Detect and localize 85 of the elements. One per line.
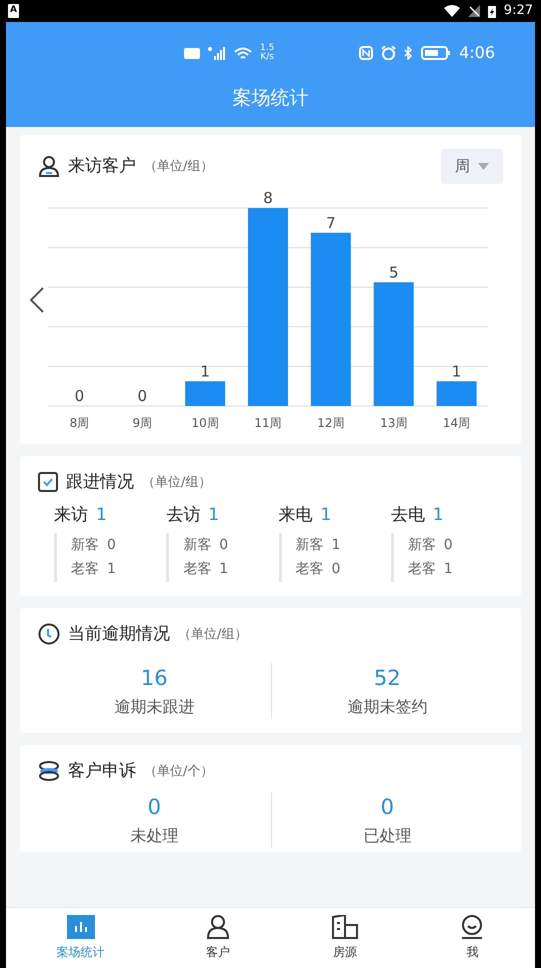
bar — [185, 380, 226, 406]
new-customer-count: 1 — [332, 536, 340, 554]
follow-count: 1 — [96, 504, 107, 527]
clock: 9:27 — [504, 2, 533, 20]
follow-type-label: 去访 — [166, 504, 200, 527]
bar-chart-icon — [66, 915, 95, 939]
person-icon — [206, 915, 230, 939]
stat-label: 逾期未跟进 — [114, 696, 194, 718]
old-customer-label: 老客 — [408, 560, 436, 579]
old-customer-label: 老客 — [296, 560, 324, 579]
tab-item[interactable]: 房源 — [280, 915, 410, 961]
nfc-icon — [359, 46, 374, 60]
section-title: 当前逾期情况 — [68, 622, 170, 646]
speed-unit: K/s — [260, 53, 274, 62]
follow-type-label: 去电 — [390, 504, 425, 527]
unit-label: （单位/组） — [178, 626, 248, 644]
alarm-icon — [381, 46, 396, 60]
axis-label: 10周 — [192, 416, 219, 430]
unit-label: （单位/组） — [144, 158, 214, 176]
profile-icon — [460, 915, 484, 939]
bar-value-label: 8 — [263, 188, 273, 206]
old-customer-label: 老客 — [183, 560, 212, 579]
stat-label: 已处理 — [363, 824, 412, 846]
stat-label: 逾期未签约 — [347, 696, 428, 718]
section-title: 来访客户 — [68, 154, 136, 178]
buildings-icon — [331, 915, 360, 939]
caret-icon — [478, 162, 489, 170]
stat-value: 0 — [148, 794, 161, 821]
axis-label: 9周 — [132, 416, 152, 430]
stat-value: 16 — [140, 665, 168, 692]
old-customer-label: 老客 — [71, 560, 99, 579]
axis-label: 12周 — [317, 416, 344, 430]
follow-type-label: 来电 — [278, 504, 312, 527]
bar-value-label: 5 — [388, 262, 398, 281]
old-customer-count: 0 — [332, 560, 340, 579]
network-speed: 1.5 — [260, 44, 274, 53]
layers-icon — [38, 761, 60, 782]
new-customer-label: 新客 — [408, 536, 436, 554]
axis-label: 13周 — [380, 416, 408, 430]
tab-item[interactable]: 我 — [410, 915, 535, 961]
stat-value: 0 — [380, 794, 394, 821]
bar-value-label: 7 — [326, 213, 336, 232]
notification-icon: A — [8, 4, 19, 18]
new-customer-label: 新客 — [296, 536, 324, 554]
battery-charging-icon — [488, 4, 496, 18]
battery-icon — [421, 46, 452, 60]
person-icon — [38, 155, 60, 178]
section-title: 跟进情况 — [66, 470, 134, 494]
follow-count: 1 — [432, 504, 444, 527]
unit-label: （单位/个） — [144, 762, 214, 780]
new-customer-count: 0 — [219, 536, 228, 554]
new-customer-label: 新客 — [71, 536, 99, 554]
old-customer-count: 1 — [444, 560, 453, 579]
wifi-icon — [444, 5, 460, 17]
follow-type-label: 来访 — [54, 504, 88, 527]
old-customer-count: 1 — [107, 560, 116, 579]
new-customer-label: 新客 — [183, 536, 212, 554]
unit-label: （单位/组） — [142, 474, 212, 492]
page-title: 案场统计 — [232, 86, 308, 111]
bar-value-label: 0 — [138, 386, 148, 404]
bluetooth-icon — [404, 46, 414, 60]
axis-label: 14周 — [442, 416, 470, 430]
old-customer-count: 1 — [219, 560, 228, 579]
no-signal-icon — [468, 5, 480, 17]
section-title: 客户申诉 — [68, 760, 136, 782]
tab-item[interactable]: 客户 — [155, 915, 280, 961]
bar-value-label: 0 — [74, 386, 84, 404]
follow-count: 1 — [208, 504, 220, 527]
axis-label: 11周 — [254, 416, 282, 430]
signal-icon — [208, 46, 226, 60]
stat-value: 52 — [374, 665, 401, 692]
follow-count: 1 — [320, 504, 332, 527]
wifi-icon — [234, 46, 252, 60]
clock: 4:06 — [459, 42, 495, 64]
clock-icon — [38, 623, 60, 646]
bar-value-label: 1 — [452, 362, 462, 380]
new-customer-count: 0 — [444, 536, 453, 554]
axis-label: 8周 — [70, 416, 90, 430]
bar — [436, 380, 477, 406]
stat-label: 未处理 — [130, 824, 178, 846]
checkbox-icon — [38, 472, 58, 492]
period-dropdown[interactable]: 周 — [441, 149, 503, 184]
bar-value-label: 1 — [200, 362, 210, 380]
previous-chevron-icon[interactable] — [30, 287, 44, 313]
new-customer-count: 0 — [107, 536, 116, 554]
